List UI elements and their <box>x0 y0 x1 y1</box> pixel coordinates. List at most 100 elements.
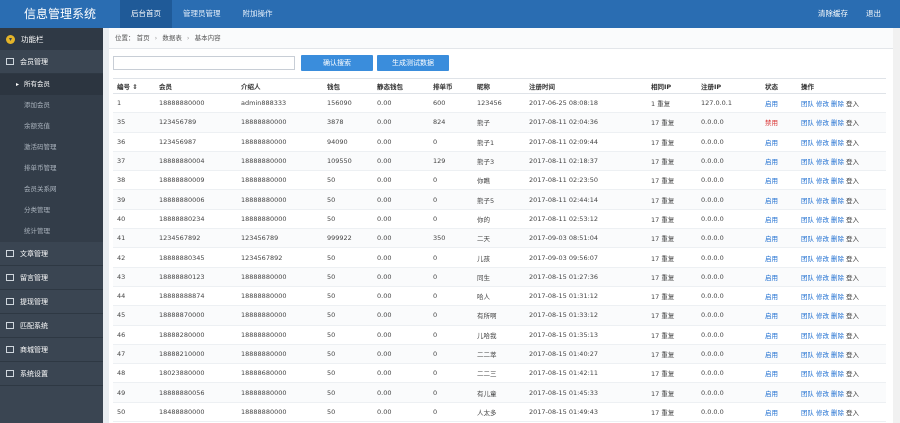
sidebar-group-matching[interactable]: 匹配系统 <box>0 314 103 338</box>
nav-extra-ops[interactable]: 附加操作 <box>232 0 284 28</box>
search-input[interactable] <box>113 56 295 70</box>
nav-admin-manage[interactable]: 管理员管理 <box>172 0 232 28</box>
status-toggle[interactable]: 禁用 <box>761 112 797 133</box>
login-as-link[interactable]: 登入 <box>846 370 859 378</box>
edit-link[interactable]: 修改 <box>816 216 829 224</box>
breadcrumb-home[interactable]: 首页 <box>137 34 150 42</box>
edit-link[interactable]: 修改 <box>816 312 829 320</box>
edit-link[interactable]: 修改 <box>816 235 829 243</box>
sidebar-group-articles[interactable]: 文章管理 <box>0 242 103 266</box>
status-toggle[interactable]: 启用 <box>761 247 797 268</box>
edit-link[interactable]: 修改 <box>816 332 829 340</box>
delete-link[interactable]: 删除 <box>831 293 844 301</box>
edit-link[interactable]: 修改 <box>816 293 829 301</box>
login-as-link[interactable]: 登入 <box>846 293 859 301</box>
login-as-link[interactable]: 登入 <box>846 235 859 243</box>
status-toggle[interactable]: 启用 <box>761 402 797 423</box>
team-link[interactable]: 团队 <box>801 177 814 185</box>
sidebar-group-settings[interactable]: 系统设置 <box>0 362 103 386</box>
delete-link[interactable]: 删除 <box>831 409 844 417</box>
status-toggle[interactable]: 启用 <box>761 305 797 326</box>
delete-link[interactable]: 删除 <box>831 177 844 185</box>
delete-link[interactable]: 删除 <box>831 197 844 205</box>
login-as-link[interactable]: 登入 <box>846 216 859 224</box>
team-link[interactable]: 团队 <box>801 274 814 282</box>
team-link[interactable]: 团队 <box>801 158 814 166</box>
team-link[interactable]: 团队 <box>801 235 814 243</box>
sidebar-item-recharge[interactable]: 余额充值 <box>0 116 103 137</box>
sidebar-item-member-network[interactable]: 会员关系网 <box>0 179 103 200</box>
clear-cache-link[interactable]: 清除缓存 <box>809 0 857 28</box>
edit-link[interactable]: 修改 <box>816 197 829 205</box>
team-link[interactable]: 团队 <box>801 255 814 263</box>
login-as-link[interactable]: 登入 <box>846 351 859 359</box>
delete-link[interactable]: 删除 <box>831 255 844 263</box>
team-link[interactable]: 团队 <box>801 139 814 147</box>
edit-link[interactable]: 修改 <box>816 274 829 282</box>
login-as-link[interactable]: 登入 <box>846 119 859 127</box>
delete-link[interactable]: 删除 <box>831 139 844 147</box>
team-link[interactable]: 团队 <box>801 351 814 359</box>
team-link[interactable]: 团队 <box>801 370 814 378</box>
edit-link[interactable]: 修改 <box>816 390 829 398</box>
login-as-link[interactable]: 登入 <box>846 197 859 205</box>
login-as-link[interactable]: 登入 <box>846 274 859 282</box>
delete-link[interactable]: 删除 <box>831 100 844 108</box>
status-toggle[interactable]: 启用 <box>761 267 797 287</box>
col-id[interactable]: 编号 ⇕ <box>113 78 155 94</box>
login-as-link[interactable]: 登入 <box>846 332 859 340</box>
delete-link[interactable]: 删除 <box>831 216 844 224</box>
edit-link[interactable]: 修改 <box>816 409 829 417</box>
breadcrumb-datatable[interactable]: 数据表 <box>162 34 182 42</box>
login-as-link[interactable]: 登入 <box>846 409 859 417</box>
sidebar-item-add-member[interactable]: 添加会员 <box>0 95 103 116</box>
edit-link[interactable]: 修改 <box>816 119 829 127</box>
team-link[interactable]: 团队 <box>801 390 814 398</box>
delete-link[interactable]: 删除 <box>831 370 844 378</box>
sidebar-item-category[interactable]: 分类管理 <box>0 200 103 221</box>
team-link[interactable]: 团队 <box>801 100 814 108</box>
team-link[interactable]: 团队 <box>801 119 814 127</box>
edit-link[interactable]: 修改 <box>816 158 829 166</box>
status-toggle[interactable]: 启用 <box>761 286 797 307</box>
team-link[interactable]: 团队 <box>801 293 814 301</box>
edit-link[interactable]: 修改 <box>816 100 829 108</box>
login-as-link[interactable]: 登入 <box>846 177 859 185</box>
nav-home[interactable]: 后台首页 <box>120 0 172 28</box>
logout-link[interactable]: 退出 <box>857 0 890 28</box>
sidebar-group-withdraw[interactable]: 提现管理 <box>0 290 103 314</box>
status-toggle[interactable]: 启用 <box>761 344 797 365</box>
status-toggle[interactable]: 启用 <box>761 93 797 114</box>
sidebar-item-order-coin[interactable]: 排单币管理 <box>0 158 103 179</box>
delete-link[interactable]: 删除 <box>831 332 844 340</box>
delete-link[interactable]: 删除 <box>831 158 844 166</box>
login-as-link[interactable]: 登入 <box>846 139 859 147</box>
generate-test-data-button[interactable]: 生成测试数据 <box>377 55 449 71</box>
edit-link[interactable]: 修改 <box>816 351 829 359</box>
status-toggle[interactable]: 启用 <box>761 170 797 191</box>
edit-link[interactable]: 修改 <box>816 255 829 263</box>
login-as-link[interactable]: 登入 <box>846 255 859 263</box>
sidebar-item-statistics[interactable]: 统计管理 <box>0 221 103 242</box>
team-link[interactable]: 团队 <box>801 216 814 224</box>
sidebar-group-mall[interactable]: 商城管理 <box>0 338 103 362</box>
edit-link[interactable]: 修改 <box>816 177 829 185</box>
status-toggle[interactable]: 启用 <box>761 228 797 249</box>
team-link[interactable]: 团队 <box>801 197 814 205</box>
status-toggle[interactable]: 启用 <box>761 325 797 345</box>
sidebar-group-members[interactable]: 会员管理 <box>0 50 103 74</box>
status-toggle[interactable]: 启用 <box>761 151 797 172</box>
edit-link[interactable]: 修改 <box>816 139 829 147</box>
login-as-link[interactable]: 登入 <box>846 312 859 320</box>
confirm-search-button[interactable]: 确认搜索 <box>301 55 373 71</box>
login-as-link[interactable]: 登入 <box>846 390 859 398</box>
delete-link[interactable]: 删除 <box>831 274 844 282</box>
login-as-link[interactable]: 登入 <box>846 158 859 166</box>
delete-link[interactable]: 删除 <box>831 312 844 320</box>
status-toggle[interactable]: 启用 <box>761 189 797 210</box>
sidebar-item-all-members[interactable]: 所有会员 <box>0 74 103 95</box>
edit-link[interactable]: 修改 <box>816 370 829 378</box>
delete-link[interactable]: 删除 <box>831 351 844 359</box>
status-toggle[interactable]: 启用 <box>761 132 797 152</box>
login-as-link[interactable]: 登入 <box>846 100 859 108</box>
